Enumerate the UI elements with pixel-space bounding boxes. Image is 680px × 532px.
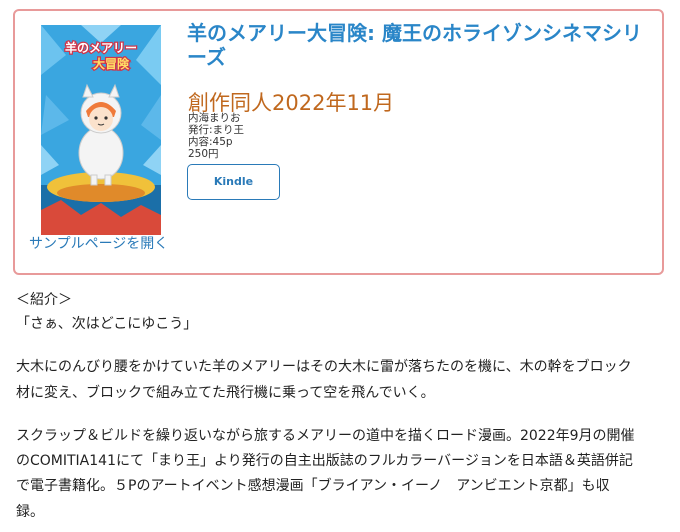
description-paragraph-2-line-4: 録。: [16, 504, 44, 520]
product-title[interactable]: 羊のメアリー大冒険: 魔王のホライゾンシネマシリーズ: [187, 21, 657, 69]
book-cover-image[interactable]: 羊のメアリー 大冒険: [41, 25, 161, 235]
page-count: 内容:45p: [188, 136, 233, 148]
description-paragraph-2-line-3: で電子書籍化。５Pのアートイベント感想漫画「ブライアン・イーノ アンビエント京都…: [16, 478, 610, 494]
description-paragraph-2-line-1: スクラップ＆ビルドを繰り返いながら旅するメアリーの道中を描くロード漫画。2022…: [16, 428, 635, 444]
intro-label: ＜紹介＞: [16, 292, 72, 308]
product-card: 羊のメアリー 大冒険 サンプルページを開く 羊のメアリー大冒険: 魔王のホライゾ…: [13, 9, 664, 275]
publisher: 発行:まり王: [188, 124, 245, 136]
description-paragraph-1-line-1: 大木にのんびり腰をかけていた羊のメアリーはその大木に雷が落ちたのを機に、木の幹を…: [16, 359, 632, 375]
cover-illustration: 羊のメアリー 大冒険: [41, 25, 161, 235]
price: 250円: [188, 148, 219, 160]
cover-title-text: 羊のメアリー: [65, 40, 137, 55]
kindle-button[interactable]: Kindle: [187, 164, 280, 200]
sample-pages-link[interactable]: サンプルページを開く: [29, 233, 168, 253]
description-paragraph-2-line-2: のCOMITIA141にて「まり王」より発行の自主出版誌のフルカラーバージョンを…: [16, 453, 633, 469]
intro-quote: 「さぁ、次はどこにゆこう」: [16, 316, 198, 332]
author: 内海まりお: [188, 112, 241, 124]
description-paragraph-1-line-2: 材に変え、ブロックで組み立てた飛行機に乗って空を飛んでいく。: [16, 385, 435, 401]
cover-title-text-2: 大冒険: [93, 56, 130, 71]
